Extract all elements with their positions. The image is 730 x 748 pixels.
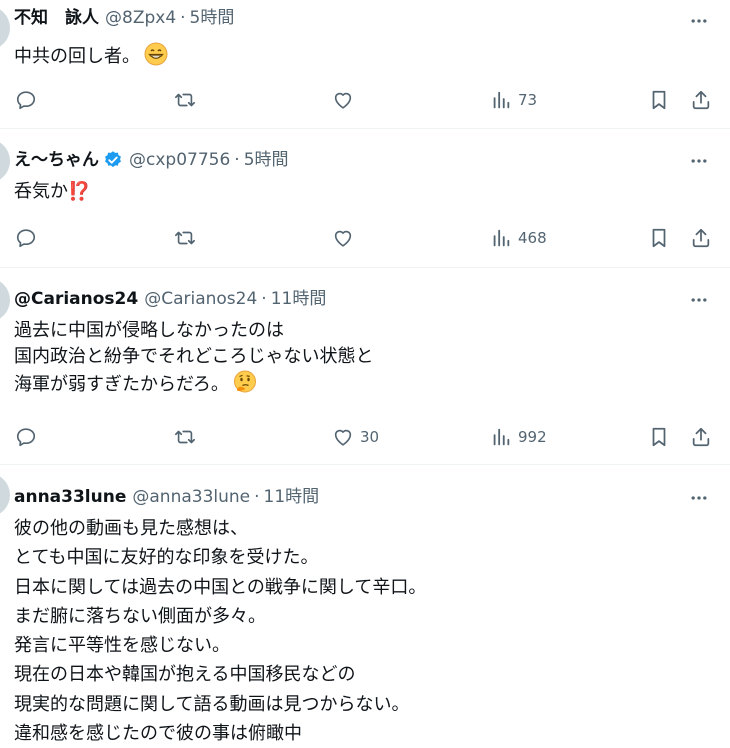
- tweet-line: 国内政治と紛争でそれどころじゃない状態と: [14, 346, 374, 367]
- tweet-line: 現在の日本や韓国が抱える中国移民などの: [14, 664, 356, 686]
- retweet-icon: [175, 231, 195, 245]
- tweet-header: anna33lune @anna33lune · 11時間: [14, 487, 319, 507]
- more-icon[interactable]: [688, 150, 710, 172]
- like-button[interactable]: [332, 226, 360, 250]
- thinking-face-emoji-icon: [233, 370, 257, 402]
- like-icon: [334, 429, 352, 446]
- bookmark-icon: [652, 427, 666, 447]
- author-name[interactable]: 不知 詠人: [14, 8, 99, 28]
- timestamp[interactable]: 11時間: [264, 487, 320, 507]
- tweet-text: 過去に中国が侵略しなかったのは 国内政治と紛争でそれどころじゃない状態と 海軍が…: [14, 318, 373, 402]
- separator: ·: [261, 289, 267, 309]
- timestamp[interactable]: 5時間: [190, 8, 235, 28]
- bookmark-button[interactable]: [648, 226, 670, 250]
- author-handle[interactable]: @Carianos24: [144, 289, 257, 309]
- reply-icon: [16, 428, 36, 447]
- like-button[interactable]: 30: [332, 425, 379, 449]
- tweet-line: 呑気か⁉️: [14, 181, 91, 202]
- views-icon: [493, 428, 510, 446]
- tweet-line: 違和感を感じたので彼の事は俯瞰中: [14, 723, 302, 745]
- retweet-icon: [175, 93, 195, 107]
- views-icon: [493, 91, 510, 109]
- more-icon[interactable]: [688, 289, 710, 311]
- separator: ·: [234, 150, 240, 170]
- like-icon: [334, 92, 352, 109]
- tweet-1[interactable]: 不知 詠人 @8Zpx4 · 5時間 中共の回し者。 73: [0, 0, 730, 129]
- reply-icon: [16, 229, 36, 248]
- share-icon: [692, 228, 710, 248]
- tweet-header: え～ちゃん @cxp07756 · 5時間: [14, 150, 289, 170]
- tweet-text: 呑気か⁉️: [14, 179, 90, 205]
- action-bar: 30 992: [0, 425, 730, 449]
- tweet-line: 海軍が弱すぎたからだろ。: [14, 374, 229, 395]
- tweet-3[interactable]: @Carianos24 @Carianos24 · 11時間 過去に中国が侵略し…: [0, 268, 730, 465]
- share-icon: [692, 90, 710, 110]
- share-icon: [692, 427, 710, 447]
- views-button[interactable]: 992: [490, 425, 547, 449]
- like-button[interactable]: [332, 88, 360, 112]
- author-handle[interactable]: @cxp07756: [129, 150, 230, 170]
- views-icon: [493, 229, 510, 247]
- tweet-2[interactable]: え～ちゃん @cxp07756 · 5時間 呑気か⁉️ 468: [0, 129, 730, 268]
- tweet-line: 現実的な問題に関して語る動画は見つからない。: [14, 693, 410, 715]
- tweet-line: まだ腑に落ちない側面が多々。: [14, 605, 266, 627]
- action-bar: 468: [0, 226, 730, 250]
- view-count: 992: [518, 428, 547, 446]
- tweet-4[interactable]: anna33lune @anna33lune · 11時間 彼の他の動画も見た感…: [0, 465, 730, 745]
- retweet-button[interactable]: [174, 425, 202, 449]
- tweet-line: 日本に関しては過去の中国との戦争に関して辛口。: [14, 576, 427, 598]
- timestamp[interactable]: 11時間: [271, 289, 327, 309]
- tweet-line: 発言に平等性を感じない。: [14, 635, 230, 657]
- verified-badge-icon: [103, 150, 123, 170]
- tweet-text: 彼の他の動画も見た感想は、 とても中国に友好的な印象を受けた。 日本に関しては過…: [14, 514, 426, 748]
- author-handle[interactable]: @8Zpx4: [105, 8, 176, 28]
- share-button[interactable]: [690, 226, 712, 250]
- bookmark-icon: [652, 228, 666, 248]
- views-button[interactable]: 468: [490, 226, 547, 250]
- view-count: 468: [518, 229, 547, 247]
- tweet-header: @Carianos24 @Carianos24 · 11時間: [14, 289, 326, 309]
- avatar[interactable]: [0, 6, 10, 50]
- reply-icon: [16, 91, 36, 110]
- separator: ·: [254, 487, 260, 507]
- reply-button[interactable]: [15, 226, 43, 250]
- separator: ·: [180, 8, 186, 28]
- tweet-line: 中共の回し者。: [14, 46, 140, 67]
- bookmark-button[interactable]: [648, 88, 670, 112]
- tweet-header: 不知 詠人 @8Zpx4 · 5時間: [14, 8, 234, 28]
- tweet-line: 過去に中国が侵略しなかったのは: [14, 320, 284, 341]
- reply-button[interactable]: [15, 425, 43, 449]
- share-button[interactable]: [690, 88, 712, 112]
- avatar[interactable]: [0, 278, 10, 322]
- share-button[interactable]: [690, 425, 712, 449]
- author-handle[interactable]: @anna33lune: [132, 487, 250, 507]
- author-name[interactable]: anna33lune: [14, 487, 126, 507]
- more-icon[interactable]: [688, 487, 710, 509]
- retweet-button[interactable]: [174, 88, 202, 112]
- author-name[interactable]: え～ちゃん: [14, 150, 99, 170]
- like-icon: [334, 230, 352, 247]
- grinning-face-emoji-icon: [144, 42, 168, 74]
- bookmark-button[interactable]: [648, 425, 670, 449]
- author-name[interactable]: @Carianos24: [14, 289, 138, 309]
- reply-button[interactable]: [15, 88, 43, 112]
- timestamp[interactable]: 5時間: [244, 150, 289, 170]
- avatar[interactable]: [0, 473, 10, 517]
- bookmark-icon: [652, 90, 666, 110]
- views-button[interactable]: 73: [490, 88, 537, 112]
- view-count: 73: [518, 91, 538, 109]
- avatar[interactable]: [0, 139, 10, 183]
- like-count: 30: [360, 428, 380, 446]
- tweet-line: 彼の他の動画も見た感想は、: [14, 518, 248, 539]
- action-bar: 73: [0, 88, 730, 112]
- tweet-text: 中共の回し者。: [14, 42, 168, 74]
- tweet-line: とても中国に友好的な印象を受けた。: [14, 547, 319, 569]
- retweet-icon: [175, 430, 195, 444]
- retweet-button[interactable]: [174, 226, 202, 250]
- more-icon[interactable]: [688, 10, 710, 32]
